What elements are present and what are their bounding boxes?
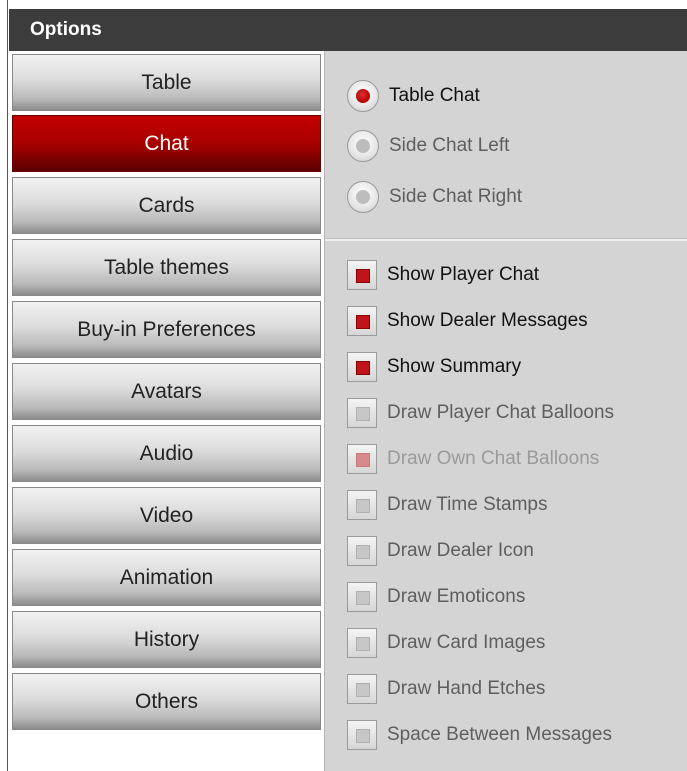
nav-button-history[interactable]: History [12,611,321,668]
checkbox-label: Space Between Messages [387,724,612,745]
checkbox-label: Draw Dealer Icon [387,540,534,561]
checkbox-label: Draw Time Stamps [387,494,548,515]
nav-button-table[interactable]: Table [12,54,321,111]
checkbox-unchecked-icon[interactable] [347,490,377,520]
radio-side-chat-right[interactable]: Side Chat Right [347,180,522,214]
radio-label: Side Chat Right [389,186,523,207]
nav-button-chat[interactable]: Chat [12,115,321,172]
checkbox-label: Show Dealer Messages [387,310,588,331]
edge-line [7,0,8,771]
checkbox-unchecked-icon[interactable] [347,536,377,566]
checkbox-draw-card-images[interactable]: Draw Card Images [347,626,545,660]
options-title: Options [30,19,102,40]
options-category-nav: Table Chat Cards Table themes Buy-in Pre… [9,51,324,771]
checkbox-draw-emoticons[interactable]: Draw Emoticons [347,580,525,614]
checkbox-draw-hand-etches[interactable]: Draw Hand Etches [347,672,545,706]
checkbox-draw-own-chat-balloons[interactable]: Draw Own Chat Balloons [347,442,599,476]
checkbox-label: Draw Emoticons [387,586,526,607]
checkbox-label: Draw Card Images [387,632,546,653]
checkbox-label: Draw Own Chat Balloons [387,448,600,469]
section-divider [325,238,687,241]
checkbox-show-player-chat[interactable]: Show Player Chat [347,258,539,292]
nav-button-buy-in-preferences[interactable]: Buy-in Preferences [12,301,321,358]
radio-side-chat-left[interactable]: Side Chat Left [347,129,509,163]
checkbox-checked-icon[interactable] [347,352,377,382]
chat-options-panel: Table Chat Side Chat Left Side Chat Righ… [324,51,687,771]
nav-button-table-themes[interactable]: Table themes [12,239,321,296]
checkbox-show-summary[interactable]: Show Summary [347,350,521,384]
checkbox-draw-dealer-icon[interactable]: Draw Dealer Icon [347,534,534,568]
radio-label: Table Chat [389,85,480,106]
checkbox-label: Show Summary [387,356,522,377]
checkbox-show-dealer-messages[interactable]: Show Dealer Messages [347,304,588,338]
checkbox-draw-player-chat-balloons[interactable]: Draw Player Chat Balloons [347,396,614,430]
checkbox-checked-icon[interactable] [347,306,377,336]
radio-unselected-icon[interactable] [347,130,379,162]
checkbox-label: Draw Hand Etches [387,678,546,699]
checkbox-unchecked-icon[interactable] [347,674,377,704]
options-title-bar: Options [9,9,687,51]
nav-button-avatars[interactable]: Avatars [12,363,321,420]
window-left-edge [0,0,8,771]
radio-selected-icon[interactable] [347,80,379,112]
checkbox-unchecked-icon[interactable] [347,720,377,750]
checkbox-unchecked-icon[interactable] [347,628,377,658]
radio-label: Side Chat Left [389,135,510,156]
checkbox-checked-icon[interactable] [347,260,377,290]
checkbox-space-between-messages[interactable]: Space Between Messages [347,718,612,752]
checkbox-label: Show Player Chat [387,264,540,285]
checkbox-checked-disabled-icon[interactable] [347,444,377,474]
checkbox-unchecked-icon[interactable] [347,398,377,428]
radio-table-chat[interactable]: Table Chat [347,79,480,113]
checkbox-unchecked-icon[interactable] [347,582,377,612]
nav-button-animation[interactable]: Animation [12,549,321,606]
nav-button-video[interactable]: Video [12,487,321,544]
radio-unselected-icon[interactable] [347,181,379,213]
nav-button-cards[interactable]: Cards [12,177,321,234]
checkbox-draw-time-stamps[interactable]: Draw Time Stamps [347,488,547,522]
nav-button-others[interactable]: Others [12,673,321,730]
nav-button-audio[interactable]: Audio [12,425,321,482]
checkbox-label: Draw Player Chat Balloons [387,402,615,423]
